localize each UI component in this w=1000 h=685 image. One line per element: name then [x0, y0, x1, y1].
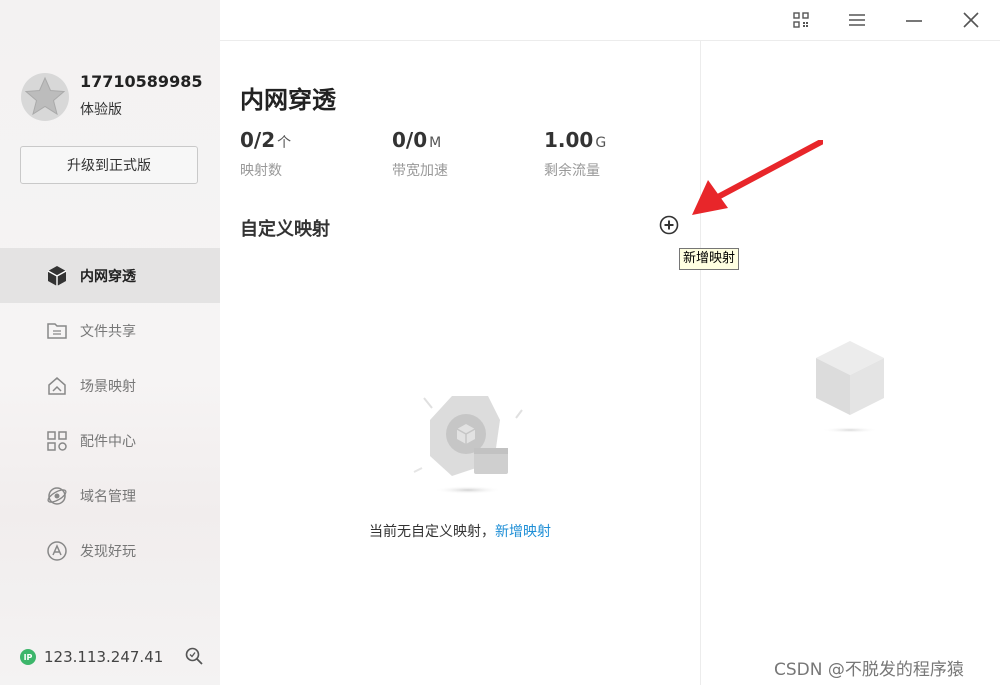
stat-unit: 个 [277, 135, 292, 151]
empty-state-text: 当前无自定义映射， [369, 524, 495, 540]
house-icon [46, 375, 68, 397]
minimize-icon[interactable] [904, 10, 924, 30]
stat-unit: M [429, 135, 442, 151]
stat-mappings: 0/2 个 映射数 [240, 128, 291, 180]
sidebar-item-accessory-center[interactable]: 配件中心 [0, 413, 220, 468]
stat-value: 1.00 [544, 128, 594, 152]
star-avatar-icon[interactable] [20, 72, 70, 122]
panel-divider [700, 41, 701, 685]
stat-label: 映射数 [240, 163, 282, 179]
stat-label: 带宽加速 [392, 163, 448, 179]
add-mapping-link[interactable]: 新增映射 [495, 524, 551, 540]
globe-icon [46, 485, 68, 507]
watermark: CSDN @不脱发的程序猿 [774, 660, 964, 680]
user-plan: 体验版 [80, 102, 122, 118]
ip-address: 123.113.247.41 [44, 648, 164, 666]
qr-code-icon[interactable] [791, 10, 811, 30]
sidebar-item-label: 发现好玩 [80, 543, 136, 560]
red-arrow-annotation [692, 140, 823, 215]
stat-traffic: 1.00 G 剩余流量 [544, 128, 606, 180]
stat-value: 0/0 [392, 128, 428, 152]
sidebar-item-scene-mapping[interactable]: 场景映射 [0, 358, 220, 413]
ip-badge-icon: IP [20, 649, 36, 665]
sidebar-item-label: 域名管理 [80, 488, 136, 505]
sidebar-item-discover[interactable]: 发现好玩 [0, 523, 220, 578]
cube-icon [46, 265, 68, 287]
menu-icon[interactable] [847, 10, 867, 30]
sidebar: 17710589985 体验版 升级到正式版 内网穿透 文件共享 场景映射 配件… [0, 0, 220, 685]
stat-label: 剩余流量 [544, 163, 600, 179]
compass-icon [46, 540, 68, 562]
add-mapping-icon[interactable] [659, 215, 679, 235]
stat-value: 0/2 [240, 128, 276, 152]
sidebar-item-label: 文件共享 [80, 323, 136, 340]
stat-unit: G [595, 135, 607, 151]
stat-bandwidth: 0/0 M 带宽加速 [392, 128, 448, 180]
sidebar-item-domain-management[interactable]: 域名管理 [0, 468, 220, 523]
empty-state-message: 当前无自定义映射，新增映射 [369, 521, 551, 541]
sidebar-item-file-share[interactable]: 文件共享 [0, 303, 220, 358]
sidebar-nav: 内网穿透 文件共享 场景映射 配件中心 域名管理 发现好玩 [0, 248, 220, 578]
app-window: 17710589985 体验版 升级到正式版 内网穿透 文件共享 场景映射 配件… [0, 0, 1000, 685]
sidebar-item-label: 场景映射 [80, 378, 136, 395]
user-id: 17710589985 [80, 72, 203, 91]
ip-search-icon[interactable] [184, 646, 204, 666]
upgrade-button[interactable]: 升级到正式版 [20, 146, 198, 184]
page-title: 内网穿透 [240, 86, 336, 114]
close-icon[interactable] [961, 10, 981, 30]
empty-state-illustration [413, 396, 523, 494]
section-title: 自定义映射 [240, 219, 330, 240]
ip-status: IP 123.113.247.41 [20, 648, 163, 666]
folder-icon [46, 320, 68, 342]
add-mapping-tooltip: 新增映射 [679, 248, 740, 270]
sidebar-item-intranet[interactable]: 内网穿透 [0, 248, 220, 303]
sidebar-item-label: 内网穿透 [80, 268, 136, 285]
grid-icon [46, 430, 68, 452]
sidebar-item-label: 配件中心 [80, 433, 136, 450]
cube-placeholder-icon [816, 341, 884, 433]
titlebar-divider [220, 40, 1000, 41]
